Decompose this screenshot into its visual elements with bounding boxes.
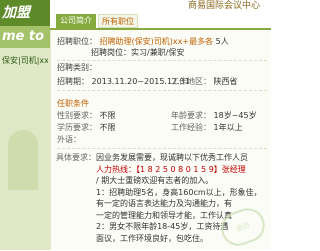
- category-row: 招聘类别：: [57, 62, 267, 73]
- age-label: 年龄要求：: [171, 111, 211, 120]
- gender-label: 性别要求：: [57, 111, 97, 120]
- position-label: 招聘职位：: [57, 37, 97, 46]
- left-job-link[interactable]: 保安|司机|xx+: [0, 52, 48, 70]
- gender-value: 不限: [99, 111, 116, 120]
- experience-label: 工作经验：: [171, 123, 211, 132]
- left-decoration: [8, 130, 38, 190]
- tab-all-positions[interactable]: 所有职位: [98, 14, 138, 28]
- tab-company-profile[interactable]: 公司简介: [56, 14, 96, 28]
- education-row: 学历要求： 不限: [57, 122, 116, 133]
- language-row: 外语：: [57, 134, 81, 145]
- location-value: 陕西省: [213, 77, 238, 86]
- position-row: 招聘职位： 招聘助理(保安)司机)xx+最多各 5人: [57, 36, 267, 47]
- gender-row: 性别要求： 不限: [57, 110, 116, 121]
- language-label: 外语：: [57, 135, 81, 144]
- location-row: 工作地区： 陕西省: [171, 76, 238, 87]
- age-row: 年龄要求： 18岁~45岁: [171, 110, 257, 121]
- detail-label: 具体要求：: [56, 153, 96, 162]
- education-label: 学历要求：: [57, 123, 97, 132]
- detail-line: / 期大士重磅欢迎有志者的加入。: [96, 176, 214, 185]
- detail-line: 人力热线：【1 8 2 5 0 8 0 1 5 9】张经理: [96, 164, 246, 174]
- experience-row: 工作经验： 1年以上: [171, 122, 243, 133]
- divider: [57, 60, 267, 61]
- detail-line: 因业务发展需要，现诚聘以下优秀工作人员: [96, 153, 248, 162]
- age-value: 18岁~45岁: [213, 111, 257, 120]
- page-title: 商易国际会议中心: [188, 1, 261, 11]
- divider: [57, 90, 267, 91]
- left-banner: 加盟 me to 保安|司机|xx+: [0, 0, 50, 250]
- tab-bar: 公司简介 所有职位: [50, 14, 271, 30]
- date-label: 招聘期：: [57, 77, 89, 86]
- section-title: 任职条件: [57, 99, 89, 108]
- category-label: 招聘类别：: [57, 63, 97, 72]
- top-bar: 商易国际会议中心: [50, 0, 271, 12]
- detail-line: 有一定的语言表达能力及沟通能力，有: [96, 199, 232, 208]
- position-value[interactable]: 招聘助理(保安)司机)xx+最多各: [100, 37, 214, 46]
- location-label: 工作地区：: [171, 77, 211, 86]
- position-count: 5人: [215, 37, 229, 46]
- position-tags: 招聘岗位：实习/兼职/保安: [91, 48, 185, 57]
- divider: [57, 148, 267, 149]
- detail-line: 1：招聘助理5名，身高160cm以上，形象佳，: [96, 187, 262, 197]
- experience-value: 1年以上: [213, 123, 243, 132]
- left-slogan: me to: [0, 26, 50, 48]
- education-value: 不限: [99, 123, 116, 132]
- left-logo: 加盟: [0, 0, 50, 26]
